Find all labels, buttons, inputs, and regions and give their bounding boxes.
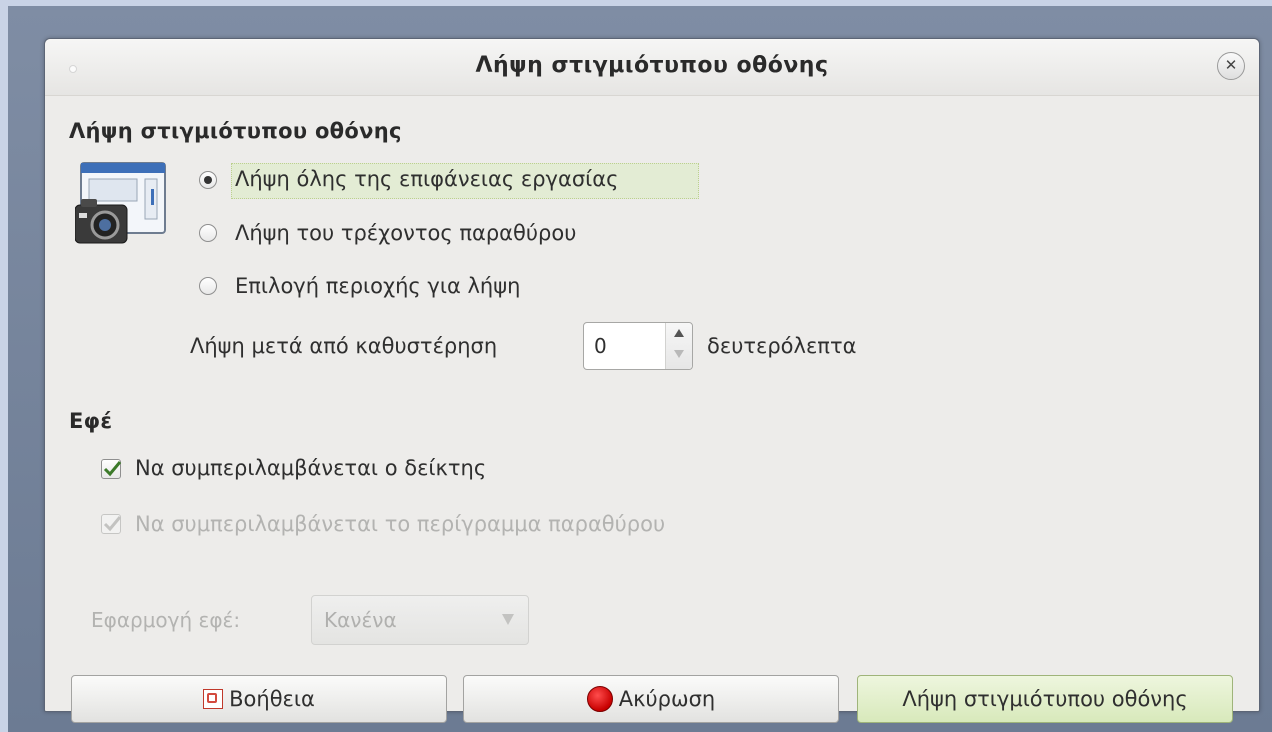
screenshot-dialog: Λήψη στιγμιότυπου οθόνης ✕ Λήψη στιγμιότ… — [44, 38, 1260, 723]
title-bar[interactable]: Λήψη στιγμιότυπου οθόνης ✕ — [45, 39, 1259, 96]
cancel-button-label: Ακύρωση — [618, 687, 716, 711]
cancel-icon — [586, 686, 613, 712]
window-title: Λήψη στιγμιότυπου οθόνης — [475, 53, 829, 78]
option-whole-desktop-label[interactable]: Λήψη όλης της επιφάνειας εργασίας — [235, 167, 618, 191]
option-select-area-label[interactable]: Επιλογή περιοχής για λήψη — [235, 274, 520, 298]
option-current-window-label[interactable]: Λήψη του τρέχοντος παραθύρου — [235, 221, 576, 245]
chevron-down-icon — [502, 614, 514, 625]
apply-effect-select: Κανένα — [311, 595, 529, 645]
checkmark-icon — [103, 516, 122, 532]
delay-value[interactable]: 0 — [594, 334, 607, 358]
screenshot-app-icon — [75, 162, 166, 244]
include-pointer-checkbox[interactable] — [101, 459, 122, 479]
cancel-button[interactable]: Ακύρωση — [463, 675, 839, 723]
effects-heading: Εφέ — [69, 409, 113, 433]
stepper-down-icon[interactable] — [674, 350, 684, 358]
help-button[interactable]: Βοήθεια — [71, 675, 447, 723]
take-screenshot-button-label: Λήψη στιγμιότυπου οθόνης — [902, 687, 1188, 711]
take-screenshot-button[interactable]: Λήψη στιγμιότυπου οθόνης — [857, 675, 1233, 723]
radio-current-window[interactable] — [199, 224, 217, 242]
include-border-checkbox — [101, 514, 122, 534]
close-icon[interactable]: ✕ — [1217, 52, 1245, 80]
apply-effect-label: Εφαρμογή εφέ: — [91, 608, 241, 632]
include-border-label: Να συμπεριλαμβάνεται το περίγραμμα παραθ… — [135, 512, 666, 536]
delay-unit: δευτερόλεπτα — [707, 334, 857, 358]
include-pointer-label[interactable]: Να συμπεριλαμβάνεται ο δείκτης — [135, 456, 486, 480]
delay-spinner[interactable]: 0 — [583, 322, 693, 370]
apply-effect-value: Κανένα — [324, 608, 397, 632]
radio-whole-desktop[interactable] — [199, 171, 217, 189]
checkmark-icon — [103, 461, 122, 477]
delay-stepper-arrows[interactable] — [665, 323, 692, 369]
radio-select-area[interactable] — [199, 277, 217, 295]
stepper-up-icon[interactable] — [674, 329, 684, 337]
capture-heading: Λήψη στιγμιότυπου οθόνης — [69, 119, 402, 143]
delay-label: Λήψη μετά από καθυστέρηση — [190, 334, 498, 358]
help-icon — [203, 689, 224, 709]
help-button-label: Βοήθεια — [229, 687, 315, 711]
